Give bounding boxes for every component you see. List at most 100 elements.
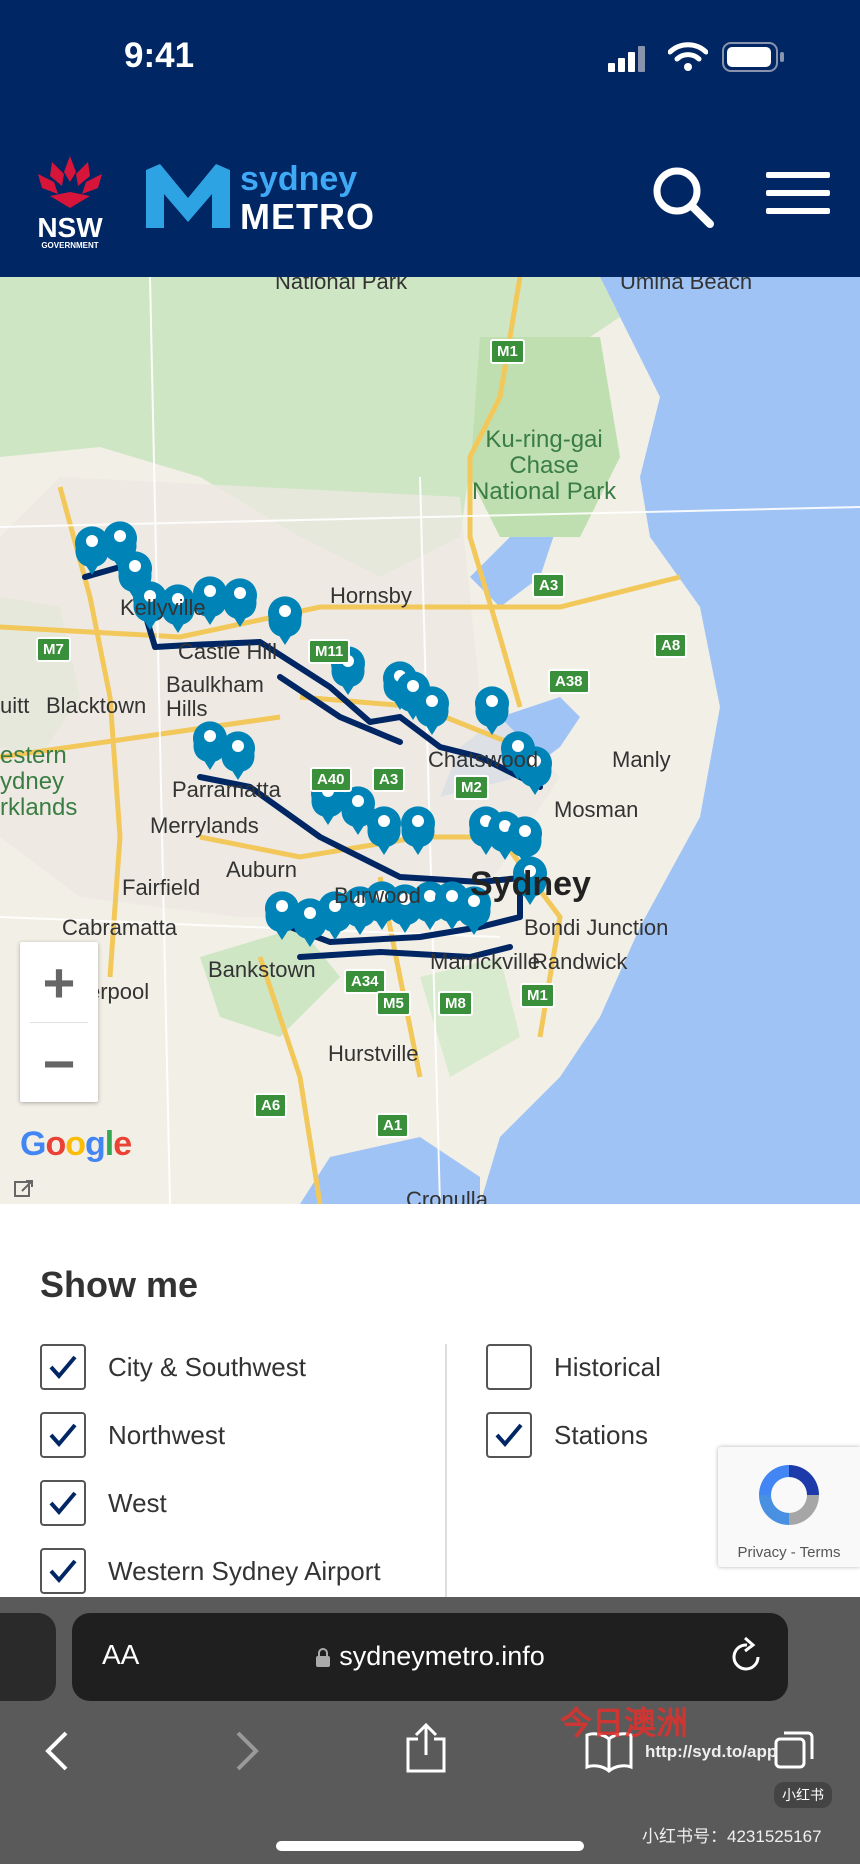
checkbox[interactable] <box>40 1480 86 1526</box>
map-label: Merrylands <box>150 813 259 838</box>
road-shield: A3 <box>372 767 406 792</box>
share-icon[interactable] <box>404 1721 448 1775</box>
reload-icon[interactable] <box>728 1635 766 1677</box>
previous-tab[interactable] <box>0 1613 56 1701</box>
map-label: Cronulla <box>406 1187 488 1204</box>
home-indicator[interactable] <box>276 1841 584 1851</box>
waratah-icon <box>38 156 102 208</box>
forward-icon[interactable] <box>232 1729 262 1773</box>
filters-divider <box>445 1344 447 1597</box>
map-label: estern ydney rklands <box>0 742 78 821</box>
search-icon <box>653 167 714 228</box>
filter-city-southwest[interactable]: City & Southwest <box>40 1344 306 1390</box>
watermark-id: 小红书号：4231525167 <box>642 1827 822 1846</box>
url-display[interactable]: sydneymetro.info <box>72 1641 788 1672</box>
hamburger-line <box>766 172 830 178</box>
map-label: Cabramatta <box>62 915 177 940</box>
map-label: Manly <box>612 747 671 772</box>
road-shield: M2 <box>454 775 489 800</box>
network-map[interactable]: National Park Umina Beach Ku-ring-gai Ch… <box>0 277 860 1204</box>
road-shield: M1 <box>490 339 525 364</box>
checkmark-icon <box>49 1423 77 1448</box>
map-label: Castle Hill <box>178 639 278 664</box>
metro-logo-word1: sydney <box>240 160 358 198</box>
cellular-signal-icon <box>608 46 645 72</box>
checkbox-label: Northwest <box>108 1419 226 1450</box>
nsw-logo-subtext: GOVERNMENT <box>41 241 99 250</box>
map-label: Kellyville <box>120 595 206 620</box>
watermark-logo: 今日澳洲 <box>560 1705 689 1741</box>
checkbox[interactable] <box>486 1344 532 1390</box>
nsw-logo-text: NSW <box>37 212 103 243</box>
checkbox-label: Historical <box>554 1351 661 1382</box>
zoom-control: + − <box>20 942 98 1102</box>
map-label: Randwick <box>532 949 628 974</box>
map-label: Marrickville <box>430 949 540 974</box>
url-text: sydneymetro.info <box>339 1641 545 1671</box>
recaptcha-icon <box>759 1465 819 1525</box>
map-label: Umina Beach <box>620 277 753 294</box>
recaptcha-badge[interactable]: Privacy - Terms <box>718 1447 860 1567</box>
road-shield: M1 <box>520 983 555 1008</box>
checkmark-icon <box>495 1423 523 1448</box>
site-header: NSW GOVERNMENT sydney METRO <box>0 120 860 277</box>
road-shield: M8 <box>438 991 473 1016</box>
filter-west[interactable]: West <box>40 1480 167 1526</box>
checkbox[interactable] <box>486 1412 532 1458</box>
filter-stations[interactable]: Stations <box>486 1412 648 1458</box>
metro-logo-word2: METRO <box>240 196 375 237</box>
menu-button[interactable] <box>766 172 830 222</box>
road-shield: A8 <box>654 633 688 658</box>
recaptcha-links[interactable]: Privacy - Terms <box>718 1544 860 1561</box>
map-label: Blacktown <box>46 693 147 718</box>
map-label: Auburn <box>226 857 297 882</box>
checkmark-icon <box>49 1491 77 1516</box>
clock: 9:41 <box>124 36 195 75</box>
google-logo[interactable]: Google <box>20 1125 132 1164</box>
zoom-out-button[interactable]: − <box>20 1023 98 1103</box>
checkbox-label: City & Southwest <box>108 1351 306 1382</box>
station-pins <box>75 521 552 947</box>
zoom-in-button[interactable]: + <box>20 942 98 1022</box>
filter-historical[interactable]: Historical <box>486 1344 661 1390</box>
checkbox-label: Western Sydney Airport <box>108 1555 381 1586</box>
address-bar[interactable]: AA sydneymetro.info <box>72 1613 788 1701</box>
road-shield: A6 <box>254 1093 288 1118</box>
map-label: Parramatta <box>172 777 281 802</box>
tabs-icon[interactable] <box>772 1729 816 1773</box>
map-label: Fairfield <box>122 875 201 900</box>
filter-western-sydney-airport[interactable]: Western Sydney Airport <box>40 1548 381 1594</box>
filter-northwest[interactable]: Northwest <box>40 1412 225 1458</box>
watermark-url: http://syd.to/app <box>645 1742 778 1761</box>
sydney-metro-logo[interactable]: sydney METRO <box>146 160 374 240</box>
checkbox[interactable] <box>40 1412 86 1458</box>
back-icon[interactable] <box>42 1729 72 1773</box>
checkbox[interactable] <box>40 1344 86 1390</box>
checkbox-label: West <box>108 1487 167 1518</box>
road-shield: M11 <box>308 639 351 664</box>
map-label: Chatswood <box>428 747 539 772</box>
checkbox-label: Stations <box>554 1419 648 1450</box>
watermark-badge: 小红书 <box>774 1782 832 1808</box>
metro-m-icon <box>146 164 230 228</box>
status-bar: 9:41 <box>0 0 860 120</box>
checkbox[interactable] <box>40 1548 86 1594</box>
expand-map-icon[interactable] <box>12 1177 36 1201</box>
map-label: Sydney <box>470 865 591 903</box>
map-label: uitt <box>0 693 30 718</box>
map-label: Bondi Junction <box>524 915 669 940</box>
nsw-government-logo[interactable]: NSW GOVERNMENT <box>30 152 110 252</box>
map-label: Baulkham Hills <box>166 672 264 721</box>
road-shield: A3 <box>532 573 566 598</box>
search-button[interactable] <box>650 164 716 230</box>
wifi-icon <box>668 42 708 71</box>
map-label: Burwood <box>334 883 421 908</box>
road-shield: A1 <box>376 1113 410 1138</box>
map-label: Ku-ring-gai Chase National Park <box>472 426 617 505</box>
map-label: Bankstown <box>208 957 316 982</box>
map-label: Mosman <box>554 797 639 822</box>
filters-title: Show me <box>40 1264 199 1305</box>
lock-icon <box>316 1648 331 1667</box>
hamburger-line <box>766 190 830 196</box>
map-label: Hurstville <box>328 1041 419 1066</box>
